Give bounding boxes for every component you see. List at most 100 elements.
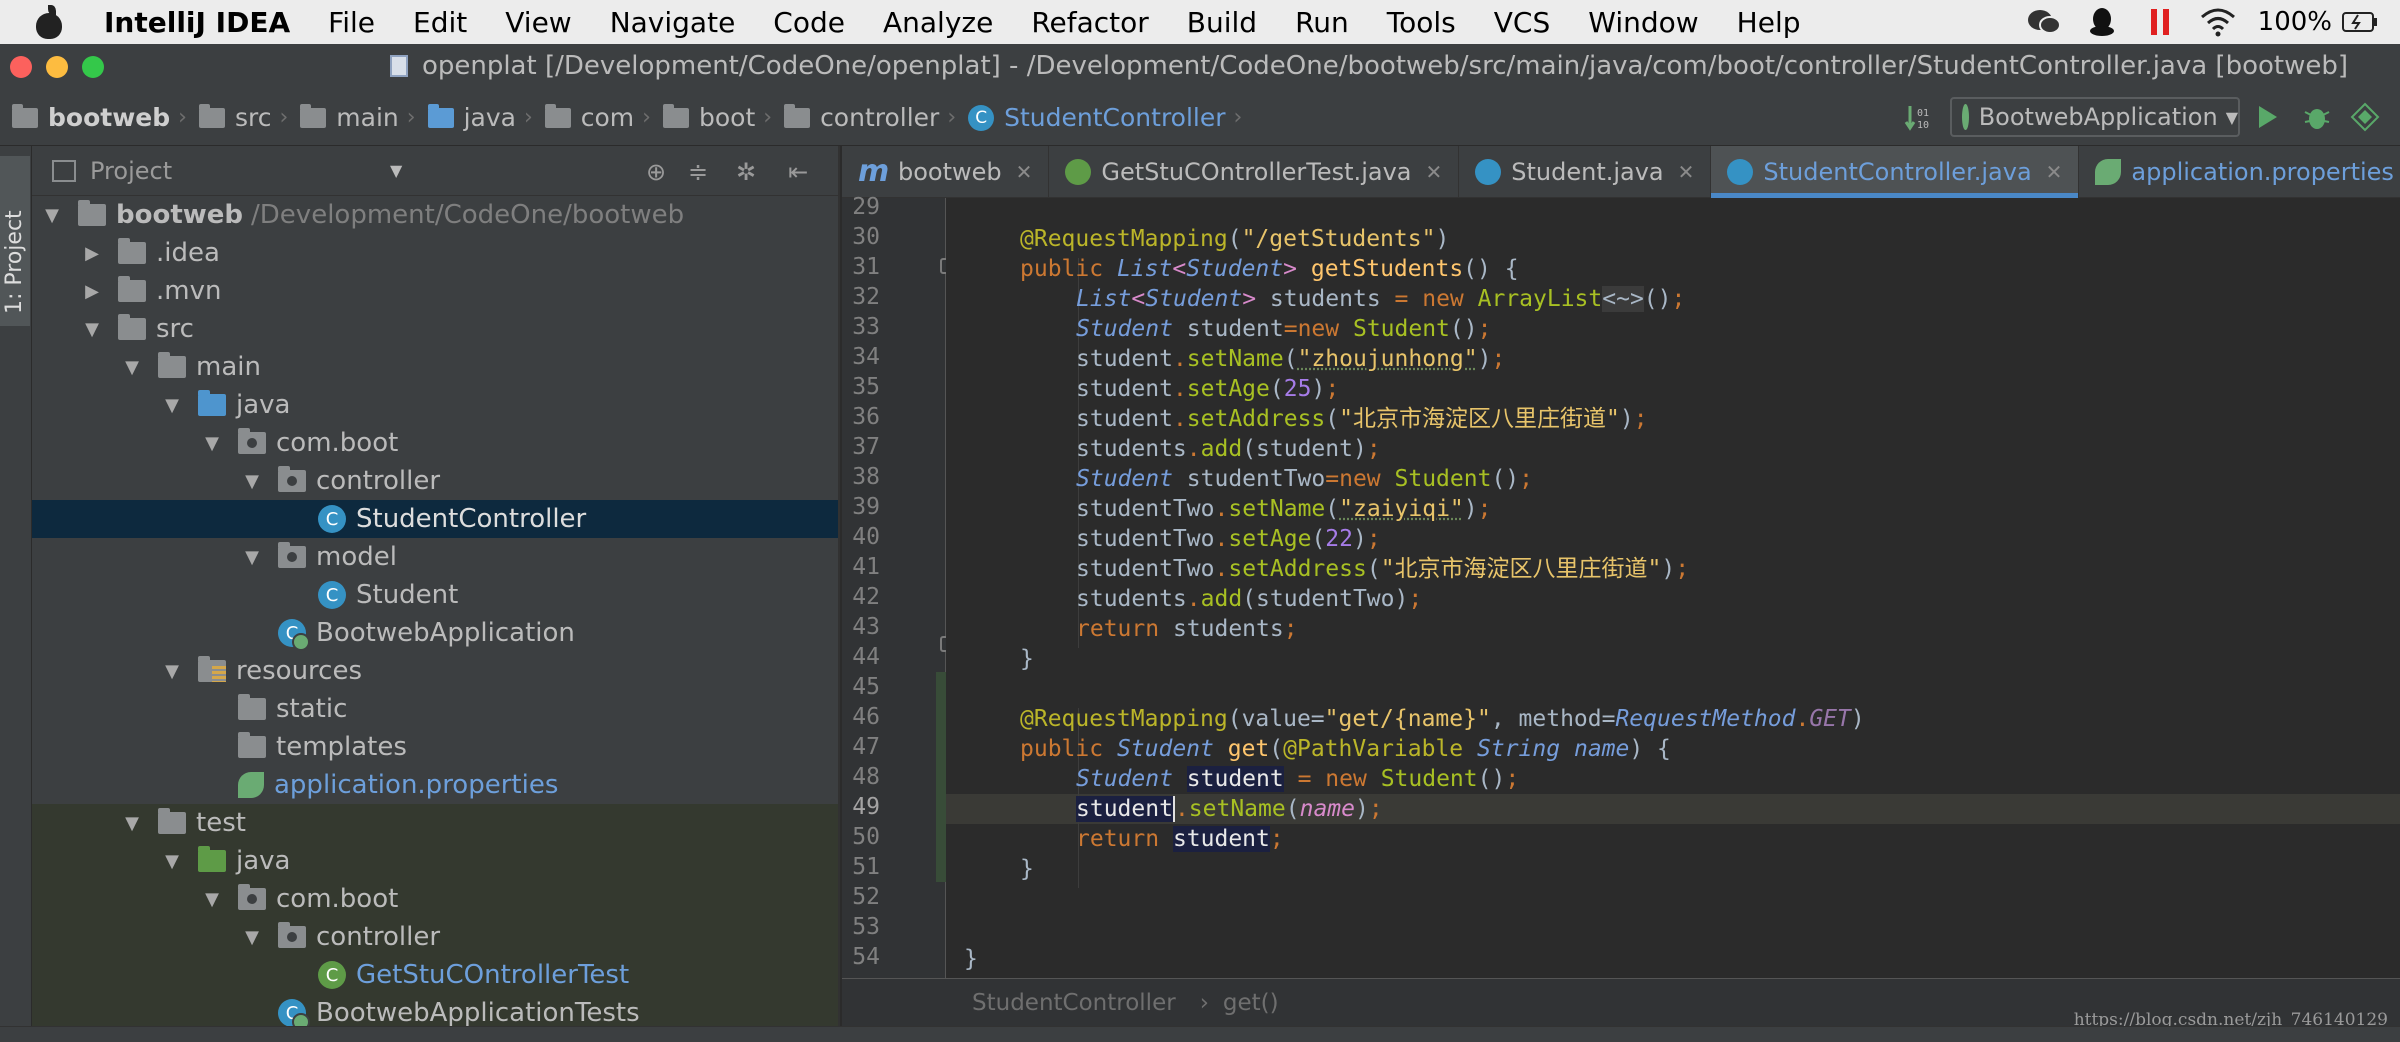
gear-icon[interactable]: ✲ bbox=[732, 158, 760, 186]
expanded-arrow-icon[interactable]: ▼ bbox=[242, 547, 262, 568]
close-icon[interactable]: ✕ bbox=[1678, 160, 1695, 184]
wechat-icon[interactable] bbox=[2026, 7, 2062, 37]
nav-crumb-com[interactable]: com › bbox=[544, 103, 651, 132]
menu-file[interactable]: File bbox=[328, 6, 375, 39]
chevron-down-icon[interactable]: ▼ bbox=[390, 161, 402, 180]
tree-item-application-properties[interactable]: ▶ application.properties bbox=[32, 766, 838, 804]
menu-help[interactable]: Help bbox=[1737, 6, 1801, 39]
collapsed-arrow-icon[interactable]: ▶ bbox=[82, 281, 102, 302]
expanded-arrow-icon[interactable]: ▼ bbox=[122, 813, 142, 834]
nav-crumb-controller[interactable]: controller › bbox=[784, 103, 956, 132]
close-icon[interactable]: ✕ bbox=[1016, 160, 1033, 184]
run-icon[interactable] bbox=[2252, 102, 2282, 132]
expanded-arrow-icon[interactable]: ▼ bbox=[122, 357, 142, 378]
tree-item-resources[interactable]: ▼ resources bbox=[32, 652, 838, 690]
expanded-arrow-icon[interactable]: ▼ bbox=[162, 851, 182, 872]
expanded-arrow-icon[interactable]: ▼ bbox=[242, 927, 262, 948]
hide-panel-icon[interactable]: ⇤ bbox=[784, 158, 812, 186]
line-number: 51 bbox=[852, 854, 880, 880]
menu-tools[interactable]: Tools bbox=[1387, 6, 1456, 39]
tree-item-templates[interactable]: ▶ templates bbox=[32, 728, 838, 766]
tab-application-properties[interactable]: application.properties bbox=[2079, 146, 2400, 198]
tree-item-model[interactable]: ▼ model bbox=[32, 538, 838, 576]
project-tool-tab[interactable]: 1: Project bbox=[0, 156, 30, 326]
project-tree: ▼ bootweb /Development/CodeOne/bootweb ▶… bbox=[32, 196, 838, 1032]
tree-item-test[interactable]: ▼ test bbox=[32, 804, 838, 842]
minimize-window-button[interactable] bbox=[46, 56, 68, 78]
menu-run[interactable]: Run bbox=[1295, 6, 1349, 39]
menu-build[interactable]: Build bbox=[1187, 6, 1257, 39]
nav-crumb-bootweb[interactable]: bootweb › bbox=[12, 103, 187, 132]
chevron-down-icon: ▼ bbox=[2225, 107, 2238, 127]
project-view-selector[interactable]: Project bbox=[90, 157, 172, 185]
zoom-window-button[interactable] bbox=[82, 56, 104, 78]
nav-crumb-main[interactable]: main › bbox=[300, 103, 416, 132]
tab-bootweb[interactable]: m bootweb ✕ bbox=[842, 146, 1050, 198]
pause-icon[interactable] bbox=[2142, 7, 2178, 37]
scroll-from-source-icon[interactable]: ⊕ bbox=[642, 158, 670, 186]
tree-item-main[interactable]: ▼ main bbox=[32, 348, 838, 386]
close-icon[interactable]: ✕ bbox=[1425, 160, 1442, 184]
coverage-icon[interactable] bbox=[2350, 102, 2380, 132]
line-number: 41 bbox=[852, 554, 880, 580]
tree-item-bootweb[interactable]: ▼ bootweb /Development/CodeOne/bootweb bbox=[32, 196, 838, 234]
apple-icon[interactable] bbox=[32, 5, 66, 39]
menu-refactor[interactable]: Refactor bbox=[1031, 6, 1148, 39]
nav-crumb-studentcontroller[interactable]: C StudentController › bbox=[968, 103, 1242, 132]
nav-crumb-src[interactable]: src › bbox=[198, 103, 288, 132]
tree-item-com-boot[interactable]: ▼ com.boot bbox=[32, 424, 838, 462]
menu-code[interactable]: Code bbox=[773, 6, 845, 39]
expanded-arrow-icon[interactable]: ▼ bbox=[162, 395, 182, 416]
nav-crumb-boot[interactable]: boot › bbox=[662, 103, 772, 132]
tree-item-mvn[interactable]: ▶ .mvn bbox=[32, 272, 838, 310]
tree-item-studentcontroller[interactable]: ▶ C StudentController bbox=[32, 500, 838, 538]
build-sort-icon[interactable]: 0110 bbox=[1902, 102, 1932, 132]
tree-item-controller[interactable]: ▼ controller bbox=[32, 462, 838, 500]
expanded-arrow-icon[interactable]: ▼ bbox=[202, 889, 222, 910]
qq-icon[interactable] bbox=[2084, 7, 2120, 37]
folder-icon bbox=[118, 314, 146, 340]
debug-icon[interactable] bbox=[2302, 102, 2332, 132]
class-icon bbox=[1727, 159, 1754, 185]
tab-studentcontroller[interactable]: StudentController.java ✕ bbox=[1711, 146, 2080, 198]
editor-crumb-method[interactable]: get() bbox=[1223, 990, 1279, 1016]
menu-edit[interactable]: Edit bbox=[413, 6, 467, 39]
tree-item-test-com-boot[interactable]: ▼ com.boot bbox=[32, 880, 838, 918]
expanded-arrow-icon[interactable]: ▼ bbox=[242, 471, 262, 492]
source-folder-icon bbox=[427, 103, 454, 128]
app-name-menu[interactable]: IntelliJ IDEA bbox=[104, 6, 290, 39]
menu-view[interactable]: View bbox=[505, 6, 571, 39]
folder-icon bbox=[238, 694, 266, 720]
tree-item-test-controller[interactable]: ▼ controller bbox=[32, 918, 838, 956]
nav-crumb-java[interactable]: java › bbox=[427, 103, 533, 132]
collapse-all-icon[interactable]: ≑ bbox=[684, 158, 712, 186]
source-folder-icon bbox=[198, 390, 226, 416]
close-window-button[interactable] bbox=[10, 56, 32, 78]
run-configuration-select[interactable]: BootwebApplication ▼ bbox=[1950, 97, 2240, 137]
tree-item-src[interactable]: ▼ src bbox=[32, 310, 838, 348]
menu-navigate[interactable]: Navigate bbox=[610, 6, 736, 39]
editor-gutter[interactable]: 29 30 31 32 33 34 35 36 37 38 39 40 41 4… bbox=[842, 194, 954, 978]
menu-analyze[interactable]: Analyze bbox=[883, 6, 993, 39]
menu-vcs[interactable]: VCS bbox=[1494, 6, 1550, 39]
tree-item-idea[interactable]: ▶ .idea bbox=[32, 234, 838, 272]
tree-item-student[interactable]: ▶ C Student bbox=[32, 576, 838, 614]
expanded-arrow-icon[interactable]: ▼ bbox=[42, 205, 62, 226]
close-icon[interactable]: ✕ bbox=[2046, 160, 2063, 184]
expanded-arrow-icon[interactable]: ▼ bbox=[202, 433, 222, 454]
tree-item-static[interactable]: ▶ static bbox=[32, 690, 838, 728]
tree-item-bootwebapplication[interactable]: ▶ C BootwebApplication bbox=[32, 614, 838, 652]
expanded-arrow-icon[interactable]: ▼ bbox=[162, 661, 182, 682]
tab-student[interactable]: Student.java ✕ bbox=[1459, 146, 1712, 198]
wifi-icon[interactable] bbox=[2200, 7, 2236, 37]
tree-item-getstucontrollertest[interactable]: ▶ C GetStuCOntrollerTest bbox=[32, 956, 838, 994]
editor-crumb-class[interactable]: StudentController bbox=[972, 990, 1176, 1016]
tree-item-java[interactable]: ▼ java bbox=[32, 386, 838, 424]
battery-icon[interactable] bbox=[2342, 7, 2378, 37]
tab-getstucontrollertest[interactable]: GetStuCOntrollerTest.java ✕ bbox=[1049, 146, 1460, 198]
tree-item-test-java[interactable]: ▼ java bbox=[32, 842, 838, 880]
code-editor[interactable]: @RequestMapping("/getStudents") public L… bbox=[946, 198, 2400, 978]
expanded-arrow-icon[interactable]: ▼ bbox=[82, 319, 102, 340]
collapsed-arrow-icon[interactable]: ▶ bbox=[82, 243, 102, 264]
menu-window[interactable]: Window bbox=[1588, 6, 1698, 39]
